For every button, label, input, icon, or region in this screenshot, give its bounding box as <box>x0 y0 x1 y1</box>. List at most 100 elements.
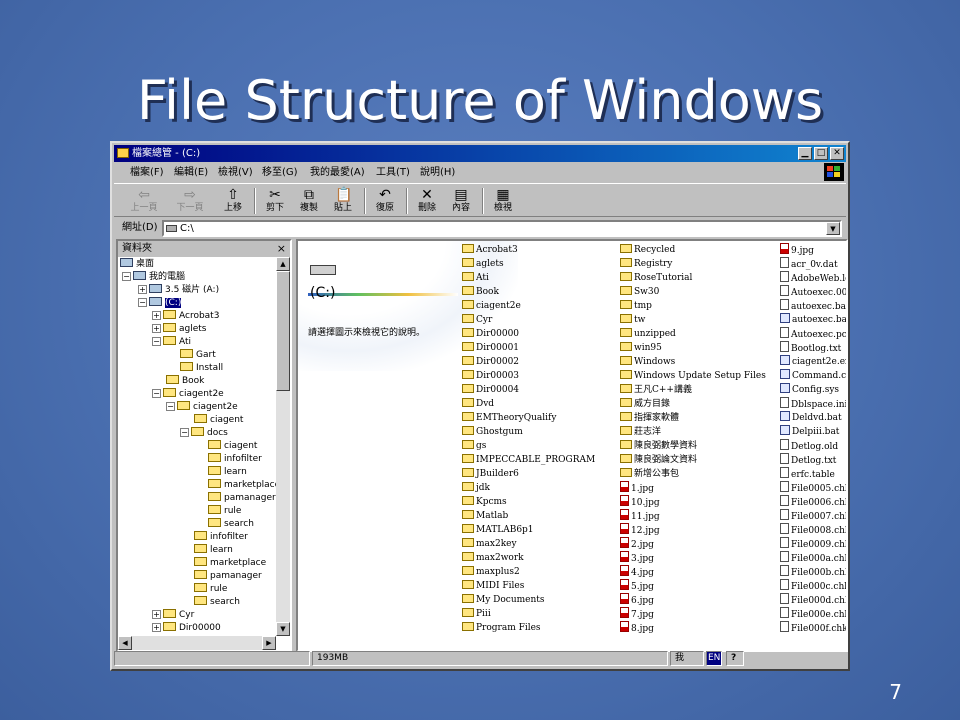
scroll-right-button[interactable]: ▶ <box>262 636 276 650</box>
tree-node[interactable]: learn <box>194 544 233 557</box>
file-item[interactable]: tmp <box>620 299 652 313</box>
menu-file[interactable]: 檔案(F) <box>130 166 164 180</box>
file-item[interactable]: Ati <box>462 271 489 285</box>
collapse-icon[interactable]: − <box>152 389 161 398</box>
scroll-down-button[interactable]: ▼ <box>276 622 290 636</box>
address-input[interactable]: C:\ ▼ <box>162 220 842 237</box>
file-item[interactable]: File000a.chk <box>780 551 846 565</box>
file-item[interactable]: 7.jpg <box>620 607 654 621</box>
file-item[interactable]: 8.jpg <box>620 621 654 635</box>
file-item[interactable]: File0005.chk <box>780 481 846 495</box>
window-titlebar[interactable]: 檔案總管 - (C:) ▁ □ ✕ <box>114 145 846 162</box>
tree-node[interactable]: infofilter <box>208 453 262 466</box>
file-item[interactable]: gs <box>462 439 486 453</box>
forward-button[interactable]: ⇨ 下一頁 <box>170 186 210 216</box>
file-item[interactable]: Config.sys <box>780 383 839 397</box>
file-item[interactable]: tw <box>620 313 645 327</box>
tree-node[interactable]: marketplace <box>194 557 266 570</box>
file-item[interactable]: Dvd <box>462 397 494 411</box>
file-item[interactable]: 莊志洋 <box>620 425 661 439</box>
file-item[interactable]: Autoexec.pcc <box>780 327 846 341</box>
tree-node[interactable]: 桌面 <box>120 258 154 271</box>
tree-node[interactable]: rule <box>194 583 227 596</box>
file-item[interactable]: Command.co <box>780 369 846 383</box>
views-button[interactable]: ▦ 檢視 <box>488 186 518 216</box>
menu-edit[interactable]: 編輯(E) <box>174 166 208 180</box>
menu-go[interactable]: 移至(G) <box>262 166 298 180</box>
file-item[interactable]: Autoexec.001 <box>780 285 846 299</box>
file-item[interactable]: File0006.chk <box>780 495 846 509</box>
address-dropdown-button[interactable]: ▼ <box>826 222 840 235</box>
file-item[interactable]: AdobeWeb.lc <box>780 271 846 285</box>
file-item[interactable]: 新增公事包 <box>620 467 679 481</box>
file-item[interactable]: Windows Update Setup Files <box>620 369 766 383</box>
file-item[interactable]: JBuilder6 <box>462 467 519 481</box>
file-item[interactable]: autoexec.bat <box>780 313 846 327</box>
paste-button[interactable]: 📋 貼上 <box>328 186 358 216</box>
folders-pane-close-button[interactable]: × <box>277 241 286 257</box>
file-item[interactable]: 1.jpg <box>620 481 654 495</box>
tree-node[interactable]: + Dir00000 <box>152 622 221 635</box>
up-button[interactable]: ⇧ 上移 <box>218 186 248 216</box>
tree-node[interactable]: + Cyr <box>152 609 194 622</box>
maximize-button[interactable]: □ <box>814 147 828 160</box>
file-item[interactable]: ciagent2e <box>462 299 521 313</box>
file-item[interactable]: File0007.chk <box>780 509 846 523</box>
file-item[interactable]: 2.jpg <box>620 537 654 551</box>
file-item[interactable]: Windows <box>620 355 675 369</box>
tree-node[interactable]: Gart <box>180 349 216 362</box>
file-item[interactable]: 陳良弼論文資料 <box>620 453 697 467</box>
language-indicator[interactable]: EN <box>706 651 722 666</box>
file-item[interactable]: Sw30 <box>620 285 659 299</box>
tree-node[interactable]: marketplace <box>208 479 276 492</box>
file-item[interactable]: File000d.chk <box>780 593 846 607</box>
collapse-icon[interactable]: − <box>152 337 161 346</box>
file-item[interactable]: Detlog.old <box>780 439 838 453</box>
file-item[interactable]: 9.jpg <box>780 243 814 257</box>
file-item[interactable]: Dir00002 <box>462 355 519 369</box>
file-item[interactable]: max2work <box>462 551 524 565</box>
file-item[interactable]: File000b.chk <box>780 565 846 579</box>
file-item[interactable]: acr_0v.dat <box>780 257 838 271</box>
file-item[interactable]: Matlab <box>462 509 508 523</box>
file-item[interactable]: max2key <box>462 537 517 551</box>
file-item[interactable]: MIDI Files <box>462 579 524 593</box>
properties-button[interactable]: ▤ 內容 <box>446 186 476 216</box>
scroll-up-button[interactable]: ▲ <box>276 257 290 271</box>
file-item[interactable]: erfc.table <box>780 467 835 481</box>
file-item[interactable]: 威方目錄 <box>620 397 670 411</box>
file-item[interactable]: 王凡C++講義 <box>620 383 692 397</box>
close-button[interactable]: ✕ <box>830 147 844 160</box>
collapse-icon[interactable]: − <box>166 402 175 411</box>
file-item[interactable]: aglets <box>462 257 504 271</box>
file-item[interactable]: IMPECCABLE_PROGRAM <box>462 453 595 467</box>
tree-node[interactable]: +3.5 磁片 (A:) <box>138 284 219 297</box>
cut-button[interactable]: ✂ 剪下 <box>260 186 290 216</box>
file-item[interactable]: 10.jpg <box>620 495 660 509</box>
file-item[interactable]: My Documents <box>462 593 545 607</box>
expand-icon[interactable]: + <box>152 311 161 320</box>
collapse-icon[interactable]: − <box>122 272 131 281</box>
folder-tree-vertical-scrollbar[interactable]: ▲ ▼ <box>276 257 290 636</box>
file-item[interactable]: File000c.chk <box>780 579 846 593</box>
file-item[interactable]: Dir00001 <box>462 341 519 355</box>
file-item[interactable]: ciagent2e.exe <box>780 355 846 369</box>
expand-icon[interactable]: + <box>152 324 161 333</box>
tree-node[interactable]: pamanager <box>194 570 262 583</box>
menu-favorites[interactable]: 我的最愛(A) <box>310 166 365 180</box>
file-item[interactable]: Program Files <box>462 621 541 635</box>
file-item[interactable]: Dir00000 <box>462 327 519 341</box>
tree-node[interactable]: + aglets <box>152 323 206 336</box>
file-item[interactable]: Kpcms <box>462 495 507 509</box>
file-item[interactable]: maxplus2 <box>462 565 520 579</box>
file-item[interactable]: 11.jpg <box>620 509 660 523</box>
tree-node[interactable]: − (C:) <box>138 297 182 310</box>
file-item[interactable]: 6.jpg <box>620 593 654 607</box>
tree-node[interactable]: − Ati <box>152 336 191 349</box>
file-item[interactable]: Deldvd.bat <box>780 411 842 425</box>
file-item[interactable]: Acrobat3 <box>462 243 518 257</box>
folder-tree-horizontal-scrollbar[interactable]: ◀ ▶ <box>118 636 276 650</box>
file-item[interactable]: RoseTutorial <box>620 271 692 285</box>
tree-node[interactable]: − docs <box>180 427 228 440</box>
expand-icon[interactable]: + <box>138 285 147 294</box>
